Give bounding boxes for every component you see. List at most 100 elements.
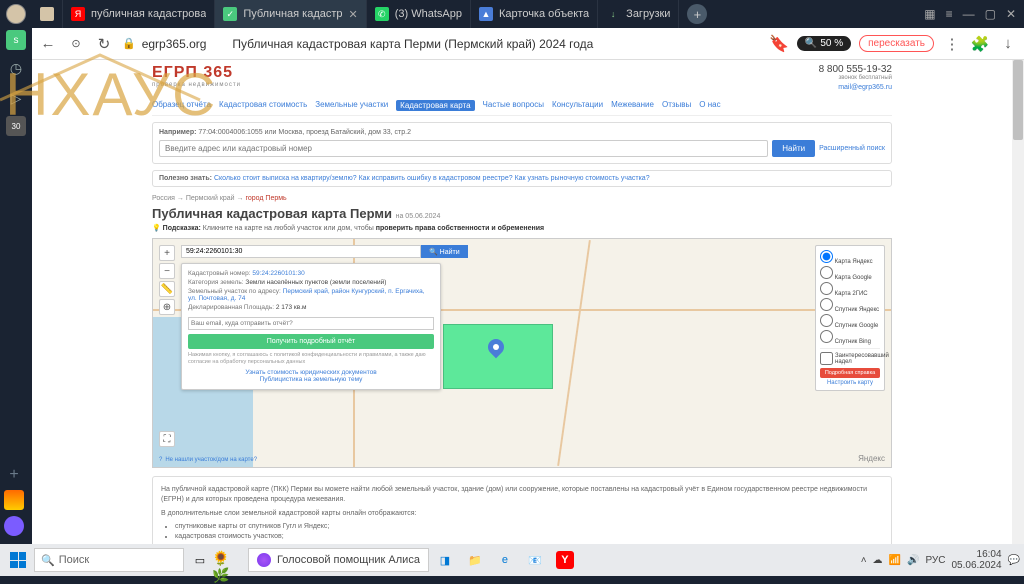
address-bar: ← ⊙ ↻ 🔒 egrp365.org Публичная кадастрова…: [32, 28, 1024, 60]
address-input[interactable]: [159, 140, 768, 157]
help-link[interactable]: Как узнать рыночную стоимость участка?: [515, 175, 650, 182]
nav-item[interactable]: Кадастровая стоимость: [219, 100, 307, 111]
sidebar-add-button[interactable]: +: [9, 466, 18, 484]
email-link[interactable]: mail@egrp365.ru: [838, 84, 892, 91]
site-logo[interactable]: ЕГРП 365проверка недвижимости: [152, 64, 241, 88]
reload-button[interactable]: ↻: [94, 34, 114, 54]
search-button[interactable]: Найти: [772, 140, 815, 157]
tab-4[interactable]: ✆ (3) WhatsApp: [367, 0, 471, 28]
layer-option[interactable]: Карта Яндекс: [820, 250, 880, 265]
tray-icon[interactable]: ☁: [873, 555, 883, 566]
extensions-icon[interactable]: 🧩: [970, 34, 990, 54]
page-title: Публичная кадастровая карта Перми (Пермс…: [232, 37, 593, 51]
nav-item[interactable]: Консультации: [552, 100, 603, 111]
taskbar-search[interactable]: 🔍 Поиск: [34, 548, 184, 572]
clock-icon[interactable]: ◷: [4, 56, 28, 80]
layer-option[interactable]: Спутник Google: [820, 314, 880, 329]
nav-item-active[interactable]: Кадастровая карта: [396, 100, 474, 111]
selected-parcel[interactable]: [443, 324, 553, 389]
page-content: ЕГРП 365проверка недвижимости 8 800 555-…: [32, 60, 1012, 544]
alice-bar[interactable]: Голосовой помощник Алиса: [248, 548, 429, 572]
notifications-icon[interactable]: 💬: [1008, 555, 1020, 566]
play-icon[interactable]: ▷: [4, 86, 28, 110]
ext-icon-2[interactable]: ≡: [946, 7, 953, 21]
tray-chevron-icon[interactable]: ˄: [861, 555, 867, 566]
tab-2[interactable]: Я публичная кадастровa: [63, 0, 215, 28]
tray-volume-icon[interactable]: 🔊: [907, 555, 919, 566]
nav-item[interactable]: О нас: [699, 100, 720, 111]
ext-icon-1[interactable]: ▦: [924, 7, 935, 21]
bookmark-icon[interactable]: 🔖: [769, 34, 789, 54]
taskbar-app-1[interactable]: ◨: [431, 546, 459, 574]
ruler-icon[interactable]: 📏: [159, 281, 175, 297]
email-input[interactable]: [188, 317, 434, 330]
map-provider: Яндекс: [858, 454, 885, 463]
minimize-button[interactable]: —: [963, 7, 975, 21]
taskbar-app-yandex[interactable]: Y: [551, 546, 579, 574]
taskbar-app-3[interactable]: e: [491, 546, 519, 574]
tab-1[interactable]: [32, 0, 63, 28]
start-button[interactable]: [4, 546, 32, 574]
layer-option[interactable]: Карта 2ГИС: [820, 282, 880, 297]
zoom-indicator[interactable]: 🔍50 %: [797, 36, 851, 51]
yandex-icon[interactable]: [4, 490, 24, 510]
layer-option[interactable]: Карта Google: [820, 266, 880, 281]
tab-3-active[interactable]: ✓ Публичная кадастр ✕: [215, 0, 366, 28]
details-button[interactable]: Подробная справка: [820, 368, 880, 378]
hint-text: 💡 Подсказка: Кликните на карте на любой …: [152, 224, 892, 232]
new-tab-button[interactable]: +: [687, 4, 707, 24]
help-row: Полезно знать: Сколько стоит выписка на …: [152, 170, 892, 187]
maximize-button[interactable]: ▢: [985, 7, 996, 21]
taskbar-app-2[interactable]: 📁: [461, 546, 489, 574]
tray-lang[interactable]: РУС: [925, 555, 945, 566]
scrollbar[interactable]: [1012, 60, 1024, 544]
url-box[interactable]: 🔒 egrp365.org Публичная кадастровая карт…: [122, 37, 761, 51]
nav-item[interactable]: Частые вопросы: [483, 100, 544, 111]
home-button[interactable]: ⊙: [66, 34, 86, 54]
advanced-search-link[interactable]: Расширенный поиск: [819, 145, 885, 152]
scrollbar-thumb[interactable]: [1013, 60, 1023, 140]
layer-checkbox[interactable]: Заинтересовавший надел: [820, 348, 880, 365]
expand-icon[interactable]: ⛶: [159, 431, 175, 447]
map-search-button[interactable]: 🔍 Найти: [421, 245, 468, 258]
user-avatar[interactable]: [6, 4, 26, 24]
cadastral-map[interactable]: + − 📏 ⊕ ⛶ 🔍 Найти Кадастровый номер: 59:…: [152, 238, 892, 468]
zoom-in-button[interactable]: +: [159, 245, 175, 261]
layer-option[interactable]: Спутник Bing: [820, 330, 880, 345]
calendar-badge[interactable]: 30: [6, 116, 26, 136]
app-sidebar: s ◷ ▷ 30 +: [0, 0, 32, 544]
yandex-favicon: Я: [71, 7, 85, 21]
tab-favicon: [40, 7, 54, 21]
back-button[interactable]: ←: [38, 34, 58, 54]
sidebar-app-s[interactable]: s: [6, 30, 26, 50]
close-button[interactable]: ✕: [1006, 7, 1016, 21]
retell-button[interactable]: пересказать: [859, 35, 934, 52]
map-search-input[interactable]: [181, 245, 421, 258]
kn-link[interactable]: 59:24:2260101:30: [252, 270, 304, 277]
task-view-icon[interactable]: ▭: [186, 546, 214, 574]
nav-item[interactable]: Отзывы: [662, 100, 691, 111]
tab-6[interactable]: ↓ Загрузки: [598, 0, 679, 28]
get-report-button[interactable]: Получить подробный отчёт: [188, 334, 434, 349]
download-icon[interactable]: ↓: [998, 34, 1018, 54]
nav-item[interactable]: Образец отчёта: [152, 100, 211, 111]
help-link[interactable]: Как исправить ошибку в кадастровом реест…: [359, 175, 513, 182]
tray-wifi-icon[interactable]: 📶: [889, 555, 901, 566]
configure-map-link[interactable]: Настроить карту: [820, 380, 880, 386]
locate-icon[interactable]: ⊕: [159, 299, 175, 315]
site-nav: Образец отчёта Кадастровая стоимость Зем…: [152, 96, 892, 116]
zoom-out-button[interactable]: −: [159, 263, 175, 279]
tab-label: Загрузки: [626, 8, 670, 20]
alice-icon[interactable]: [4, 516, 24, 536]
help-link[interactable]: Сколько стоит выписка на квартиру/землю?: [214, 175, 357, 182]
menu-icon[interactable]: ⋮: [942, 34, 962, 54]
tab-5[interactable]: ▲ Карточка объекта: [471, 0, 598, 28]
close-icon[interactable]: ✕: [349, 8, 358, 21]
taskbar-app-4[interactable]: 📧: [521, 546, 549, 574]
info-link-2[interactable]: Публицистика на земельную тему: [260, 376, 363, 383]
nav-item[interactable]: Межевание: [611, 100, 654, 111]
layer-option[interactable]: Спутник Яндекс: [820, 298, 880, 313]
taskbar-clock[interactable]: 16:04 05.06.2024: [951, 549, 1001, 571]
nav-item[interactable]: Земельные участки: [315, 100, 388, 111]
map-footer-question[interactable]: ?Не нашли участок/дом на карте?: [159, 457, 257, 463]
